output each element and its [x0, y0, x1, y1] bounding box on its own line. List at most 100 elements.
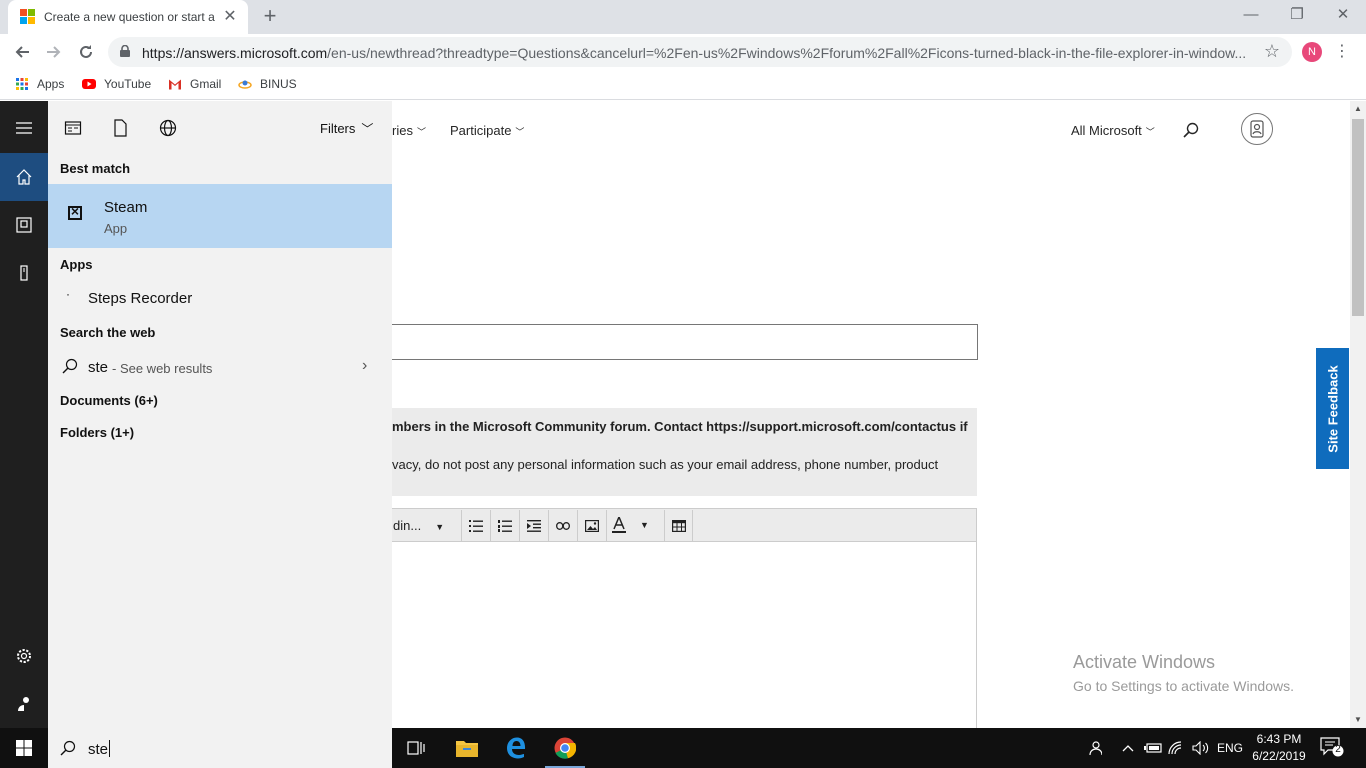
bullet-list-button[interactable] — [461, 510, 490, 541]
web-hint: - See web results — [112, 361, 213, 376]
person-badge-icon — [1250, 120, 1264, 138]
taskbar-search-box[interactable]: ste — [48, 728, 392, 768]
insert-link-button[interactable] — [548, 510, 577, 541]
chrome-button[interactable] — [541, 728, 589, 768]
restore-button[interactable]: ❐ — [1274, 0, 1320, 30]
address-bar[interactable]: https://answers.microsoft.com/en-us/newt… — [108, 37, 1292, 67]
start-menu-rail — [0, 101, 48, 728]
web-search-result[interactable]: ste - See web results › — [48, 353, 392, 379]
app-bullet-icon: · — [66, 287, 70, 301]
battery-button[interactable] — [1142, 728, 1164, 768]
scroll-up-icon[interactable]: ▲ — [1350, 101, 1366, 117]
activate-title: Activate Windows — [1073, 652, 1216, 672]
tab-close-icon[interactable]: ✕ — [220, 7, 240, 27]
font-color-button[interactable]: ▼ — [606, 510, 650, 541]
people-button[interactable] — [1080, 728, 1108, 768]
list-item[interactable]: · Steps Recorder — [48, 285, 392, 311]
filters-text: Filters — [320, 121, 356, 136]
browser-tab-strip: Create a new question or start a ✕ + — ❐… — [0, 0, 1366, 34]
documents-button[interactable] — [0, 201, 48, 249]
device-button[interactable] — [0, 249, 48, 297]
start-button[interactable] — [0, 728, 48, 768]
show-hidden-icons-button[interactable] — [1118, 728, 1138, 768]
nav-label: Participate — [450, 123, 512, 138]
globe-filter-icon[interactable] — [159, 119, 177, 137]
bookmark-star-icon[interactable]: ☆ — [1264, 41, 1280, 62]
taskbar-clock[interactable]: 6:43 PM 6/22/2019 — [1246, 731, 1312, 765]
apps-filter-icon[interactable] — [64, 119, 82, 137]
apps-grid-icon — [16, 78, 28, 90]
battery-icon — [1144, 743, 1162, 753]
chevron-up-icon — [1122, 745, 1134, 752]
people-icon — [1089, 741, 1103, 756]
numbered-list-button[interactable] — [490, 510, 519, 541]
speaker-icon — [1192, 740, 1209, 756]
bookmark-gmail[interactable]: Gmail — [168, 77, 221, 91]
scroll-down-icon[interactable]: ▼ — [1350, 712, 1366, 728]
bookmark-binus[interactable]: BINUS — [238, 77, 297, 91]
forward-button[interactable] — [40, 38, 68, 66]
profile-avatar[interactable]: N — [1302, 42, 1322, 62]
bookmark-apps[interactable]: Apps — [15, 77, 64, 91]
font-color-icon — [612, 515, 626, 533]
arrow-left-icon — [15, 46, 29, 58]
bookmark-label: YouTube — [104, 77, 152, 91]
tab-title: Create a new question or start a — [44, 10, 215, 24]
tower-icon — [20, 265, 28, 281]
nav-categories[interactable]: ries ﹀ — [392, 123, 426, 138]
heading-dropdown[interactable]: din... ▼ — [393, 518, 444, 533]
nav-participate[interactable]: Participate ﹀ — [450, 123, 524, 138]
best-match-heading: Best match — [60, 161, 131, 176]
input-language-button[interactable]: ENG — [1214, 728, 1246, 768]
chevron-down-icon: ﹀ — [416, 127, 426, 137]
home-button[interactable] — [0, 153, 48, 201]
microsoft-logo-icon — [20, 9, 36, 25]
indent-button[interactable] — [519, 510, 548, 541]
bookmark-youtube[interactable]: YouTube — [82, 77, 151, 91]
network-button[interactable] — [1166, 728, 1188, 768]
question-title-input[interactable] — [380, 324, 978, 360]
best-match-result[interactable]: Steam App — [48, 184, 392, 248]
nav-all-microsoft[interactable]: All Microsoft ﹀ — [1071, 123, 1155, 138]
scroll-thumb[interactable] — [1352, 119, 1364, 316]
taskbar: ste ENG 6:43 PM 6/22/2019 2 — [0, 728, 1366, 768]
volume-button[interactable] — [1190, 728, 1212, 768]
chevron-down-icon: ﹀ — [515, 127, 525, 137]
insert-image-button[interactable] — [577, 510, 606, 541]
more-menu-icon[interactable]: ⋮ — [1334, 40, 1350, 64]
power-user-button[interactable] — [0, 680, 48, 728]
search-icon[interactable] — [1182, 121, 1200, 139]
search-input[interactable]: ste — [88, 740, 110, 758]
document-filter-icon[interactable] — [111, 119, 129, 137]
task-view-button[interactable] — [392, 728, 440, 768]
account-avatar-icon[interactable] — [1241, 113, 1273, 145]
minimize-button[interactable]: — — [1228, 0, 1274, 30]
settings-button[interactable] — [0, 632, 48, 680]
file-explorer-button[interactable] — [443, 728, 491, 768]
filters-button[interactable]: Filters ﹀ — [320, 120, 373, 137]
reload-button[interactable] — [72, 38, 100, 66]
activate-subtitle: Go to Settings to activate Windows. — [1073, 678, 1294, 694]
insert-table-button[interactable] — [664, 510, 693, 541]
url-host: https://answers.microsoft.com — [142, 45, 328, 61]
browser-toolbar: https://answers.microsoft.com/en-us/newt… — [0, 34, 1366, 70]
community-notice: mbers in the Microsoft Community forum. … — [380, 408, 977, 496]
expand-menu-button[interactable] — [0, 105, 48, 153]
page-scrollbar[interactable]: ▲ ▼ — [1350, 101, 1366, 728]
close-window-button[interactable]: ✕ — [1320, 0, 1366, 30]
rich-text-editor[interactable]: din... ▼ ▼ — [380, 508, 977, 728]
new-tab-button[interactable]: + — [258, 5, 282, 29]
link-icon — [556, 522, 570, 530]
folders-heading[interactable]: Folders (1+) — [60, 425, 134, 440]
site-feedback-button[interactable]: Site Feedback — [1316, 348, 1349, 469]
nav-label: All Microsoft — [1071, 123, 1142, 138]
back-button[interactable] — [8, 38, 36, 66]
chevron-right-icon[interactable]: › — [362, 357, 367, 375]
browser-tab[interactable]: Create a new question or start a ✕ — [8, 0, 248, 34]
bookmarks-bar: Apps YouTube Gmail BINUS — [0, 70, 1366, 100]
edge-button[interactable] — [492, 728, 540, 768]
caret-down-icon: ▼ — [640, 520, 649, 530]
action-center-button[interactable]: 2 — [1320, 736, 1346, 760]
steam-app-icon — [68, 203, 82, 220]
documents-heading[interactable]: Documents (6+) — [60, 393, 158, 408]
